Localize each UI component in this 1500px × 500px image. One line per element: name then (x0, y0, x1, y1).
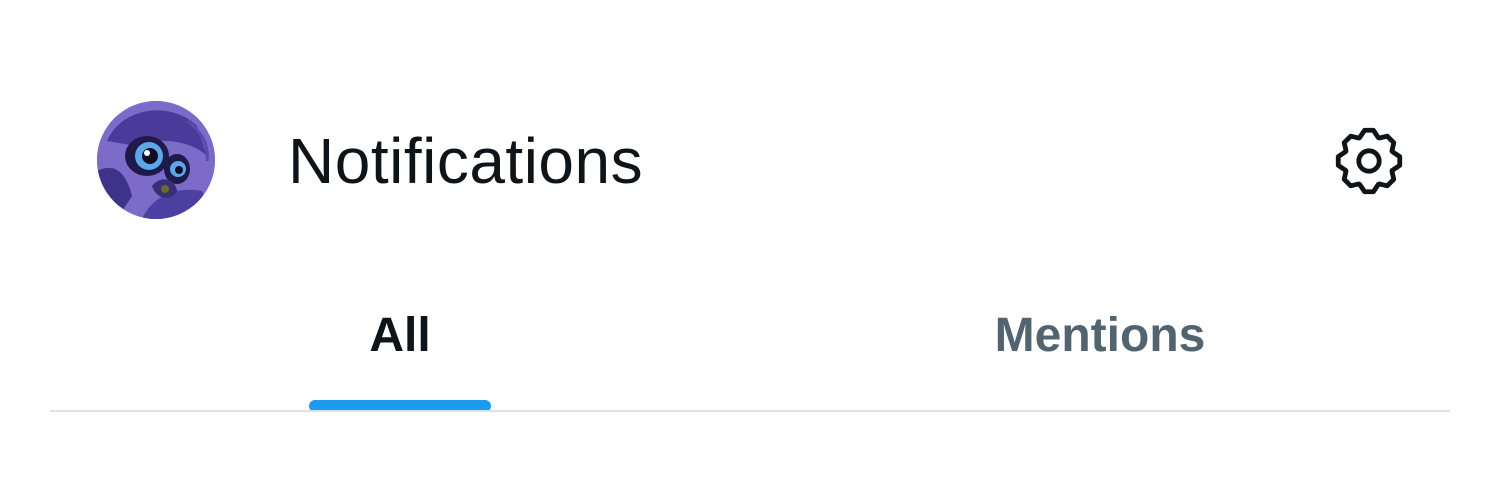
tab-mentions-label: Mentions (994, 309, 1206, 362)
avatar-character-icon (97, 101, 215, 219)
notification-tabs: All Mentions (50, 270, 1450, 412)
tab-all[interactable]: All (50, 270, 750, 412)
top-app-bar: Notifications (0, 0, 1500, 260)
tabs-divider (50, 410, 1450, 412)
gear-icon (1335, 127, 1403, 195)
tab-mentions[interactable]: Mentions (750, 270, 1450, 412)
tab-all-label: All (369, 309, 431, 362)
settings-button[interactable] (1326, 118, 1412, 204)
profile-avatar[interactable] (97, 101, 215, 219)
page-title: Notifications (288, 125, 644, 197)
